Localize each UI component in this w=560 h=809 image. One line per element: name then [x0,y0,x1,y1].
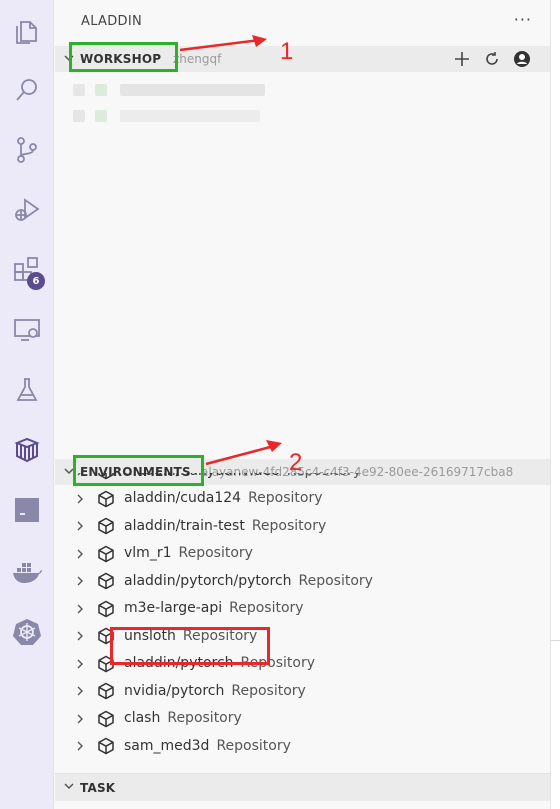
environment-name: aladdin/cuda124 [124,490,242,507]
blurred-tree-row [95,84,107,96]
task-section-header[interactable]: TASK [55,773,550,801]
environment-type: Repository [298,572,373,589]
environment-name: aladdin/train-test [124,517,245,534]
blurred-tree-row [120,84,265,96]
repository-cube-icon [98,600,114,617]
activity-bar: 6 [0,0,54,809]
more-actions-icon[interactable]: ··· [514,10,532,29]
blurred-tree-row [95,110,107,122]
environment-item[interactable]: clash Repository [55,705,550,733]
workshop-description: zhengqf [173,52,222,66]
environment-type: Repository [248,490,323,507]
chevron-right-icon[interactable] [75,740,85,752]
environment-type: Repository [167,710,242,727]
sidebar: ALADDIN ··· WORKSHOP zhengqf ENVIRONMENT… [55,0,550,809]
environment-type: Repository [251,517,327,534]
repository-cube-icon [98,572,114,590]
search-icon[interactable] [0,66,54,114]
blurred-tree-row [73,84,85,96]
task-title: TASK [80,780,116,795]
environment-name: aladdin/pytorch/pytorch [124,572,292,589]
run-debug-icon[interactable] [0,186,54,234]
environment-item[interactable]: aladdin/train-test Repository [55,512,550,540]
chevron-right-icon[interactable] [75,713,85,725]
annotation-number-2: 2 [289,449,303,476]
environment-type: Repository [178,545,253,562]
annotation-box-environments [73,455,204,486]
repository-cube-icon [98,710,114,727]
environment-name: m3e-large-api [124,600,223,617]
editor-edge [550,0,560,809]
annotation-box-unsloth [110,627,270,665]
chevron-down-icon [64,783,74,790]
refresh-icon[interactable] [482,49,502,69]
repository-cube-icon [98,682,114,700]
blurred-tree-row [120,110,260,122]
repository-cube-icon [98,545,114,562]
account-icon[interactable] [512,49,532,69]
environment-item[interactable]: sam_med3d Repository [55,732,550,760]
environment-type: Repository [229,600,304,617]
source-control-icon[interactable] [0,126,54,174]
chevron-right-icon[interactable] [75,493,85,505]
extensions-icon[interactable] [0,246,54,294]
environments-list: aladdin/hunyuanvideoRepositoryaladdin/cu… [55,473,550,769]
environment-item[interactable]: m3e-large-api Repository [55,595,550,623]
kubernetes-icon[interactable] [0,608,54,656]
chevron-right-icon[interactable] [75,685,85,697]
extensions-badge: 6 [27,272,45,290]
aladdin-icon[interactable] [0,426,54,474]
remote-explorer-icon[interactable] [0,306,54,354]
chevron-right-icon[interactable] [75,520,85,532]
environment-name: sam_med3d [124,737,210,754]
explorer-icon[interactable] [0,8,54,56]
repository-cube-icon [98,517,114,535]
chevron-right-icon[interactable] [75,575,85,587]
chevron-right-icon[interactable] [75,548,85,560]
blurred-tree-row [73,110,85,122]
chevron-right-icon[interactable] [75,658,85,670]
environment-type: Repository [231,682,306,699]
annotation-box-workshop [69,42,178,72]
sidebar-title: ALADDIN [81,14,143,29]
repository-cube-icon [98,490,114,507]
environment-type: Repository [216,737,291,754]
environment-name: nvidia/pytorch [124,682,225,699]
environment-name: vlm_r1 [124,545,172,562]
environment-item[interactable]: vlm_r1 Repository [55,540,550,568]
panel-icon[interactable] [0,486,54,534]
chevron-right-icon[interactable] [75,603,85,615]
annotation-number-1: 1 [280,38,294,65]
environment-item[interactable]: nvidia/pytorch Repository [55,677,550,705]
add-icon[interactable] [452,49,472,69]
repository-cube-icon [98,737,114,755]
environment-item[interactable]: aladdin/pytorch/pytorch Repository [55,567,550,595]
testing-icon[interactable] [0,366,54,414]
annotation-arrow-1 [179,35,267,52]
docker-icon[interactable] [0,548,54,596]
environment-item[interactable]: aladdin/cuda124 Repository [55,485,550,513]
environment-name: clash [124,710,161,727]
chevron-right-icon[interactable] [75,630,85,642]
annotation-arrow-2 [205,440,282,466]
